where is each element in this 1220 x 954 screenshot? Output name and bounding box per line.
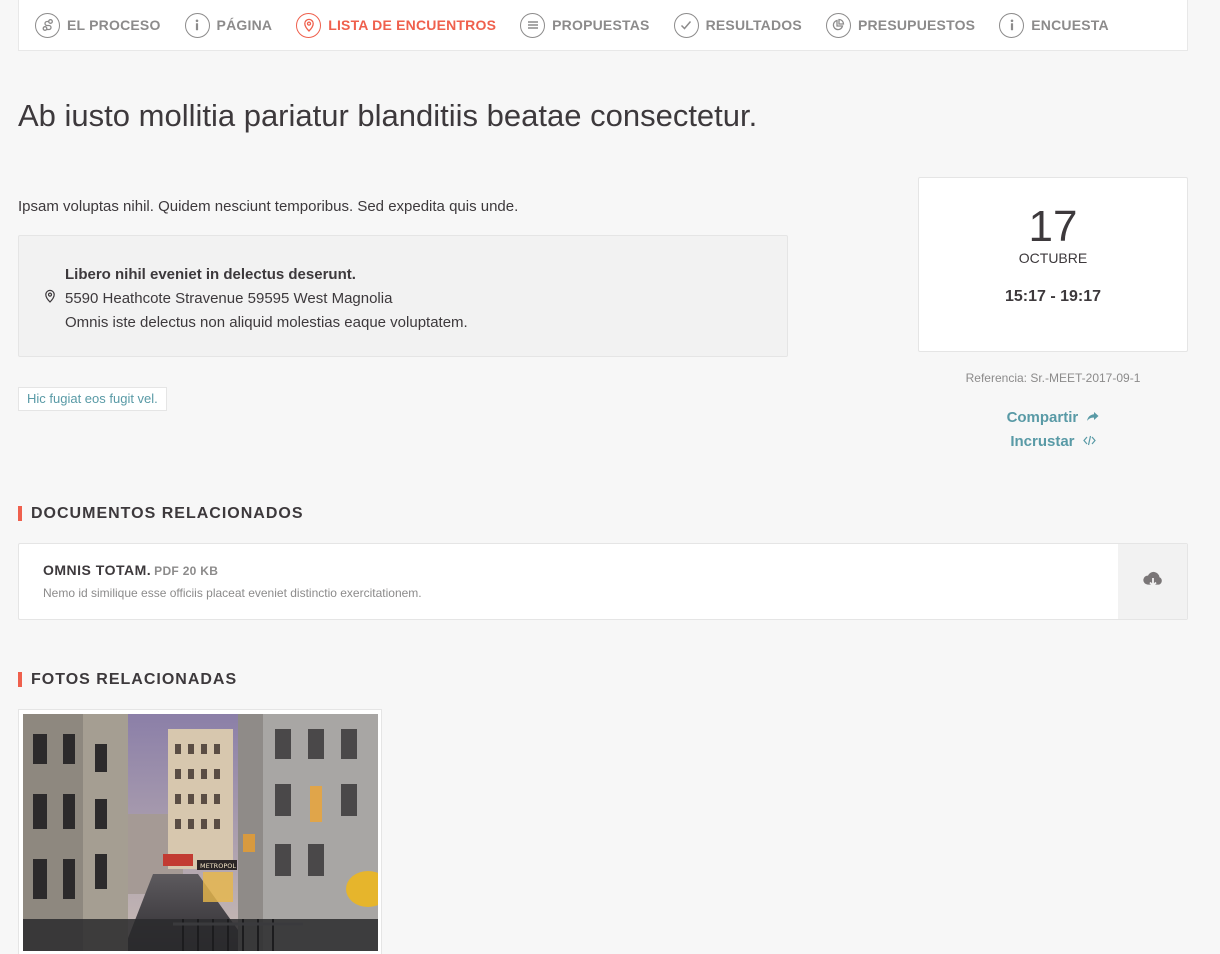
document-meta: PDF 20 KB — [154, 564, 219, 578]
nav-item-propuestas[interactable]: PROPUESTAS — [520, 12, 650, 38]
address-hints: Omnis iste delectus non aliquid molestia… — [65, 314, 468, 331]
meeting-summary: Ipsam voluptas nihil. Quidem nesciunt te… — [18, 198, 519, 215]
photo-sign-text: METROPOL — [200, 862, 236, 870]
document-description: Nemo id similique esse officiis placeat … — [43, 586, 422, 600]
meeting-reference: Referencia: Sr.-MEET-2017-09-1 — [965, 371, 1141, 385]
code-icon — [1082, 434, 1096, 447]
date-time: 15:17 - 19:17 — [1004, 288, 1102, 305]
date-card: 17 OCTUBRE 15:17 - 19:17 — [918, 177, 1188, 352]
share-button[interactable]: Compartir — [918, 409, 1188, 426]
process-navigation: EL PROCESO PÁGINA LISTA DE ENCUENTROS PR… — [18, 0, 1188, 51]
nav-item-encuesta[interactable]: ENCUESTA — [999, 12, 1109, 38]
nav-item-label: RESULTADOS — [705, 17, 802, 33]
cloud-download-icon — [1142, 568, 1164, 595]
nav-item-label: LISTA DE ENCUENTROS — [328, 17, 497, 33]
share-label: Compartir — [1006, 409, 1079, 426]
nav-item-label: ENCUESTA — [1031, 17, 1109, 33]
nav-item-label: EL PROCESO — [67, 17, 161, 33]
map-pin-icon — [296, 12, 322, 38]
address-lines: Libero nihil eveniet in delectus deserun… — [65, 263, 468, 335]
pie-chart-icon — [825, 12, 851, 38]
nav-item-el-proceso[interactable]: EL PROCESO — [35, 12, 161, 38]
share-icon — [1086, 410, 1099, 423]
embed-button[interactable]: Incrustar — [918, 433, 1188, 450]
nav-item-label: PRESUPUESTOS — [857, 17, 976, 33]
nav-item-label: PÁGINA — [216, 17, 273, 33]
documents-section-title: DOCUMENTOS RELACIONADOS — [18, 505, 304, 523]
page-title: Ab iusto mollitia pariatur blanditiis be… — [18, 98, 758, 133]
document-title[interactable]: OMNIS TOTAM. PDF 20 KB — [43, 562, 218, 578]
date-day: 17 — [1028, 202, 1078, 251]
process-icon — [35, 12, 60, 38]
nav-item-presupuestos[interactable]: PRESUPUESTOS — [825, 12, 976, 38]
info-icon — [999, 12, 1025, 38]
document-item: OMNIS TOTAM. PDF 20 KB Nemo id similique … — [18, 543, 1188, 620]
address-location: Libero nihil eveniet in delectus deserun… — [65, 266, 356, 283]
nav-item-lista-de-encuentros[interactable]: LISTA DE ENCUENTROS — [296, 12, 497, 38]
photos-section-title: FOTOS RELACIONADAS — [18, 671, 237, 689]
nav-item-pagina[interactable]: PÁGINA — [184, 12, 273, 38]
download-button[interactable] — [1118, 544, 1187, 619]
info-icon — [184, 12, 210, 38]
address-street: 5590 Heathcote Stravenue 59595 West Magn… — [65, 290, 393, 307]
nav-item-resultados[interactable]: RESULTADOS — [673, 12, 802, 38]
map-pin-icon — [43, 289, 57, 303]
address-card: Libero nihil eveniet in delectus deserun… — [18, 235, 788, 357]
check-icon — [673, 12, 699, 38]
photo-thumbnail[interactable]: METROPOL — [18, 709, 382, 954]
date-month: OCTUBRE — [1018, 250, 1088, 266]
document-name: OMNIS TOTAM. — [43, 562, 152, 578]
list-lines-icon — [520, 12, 546, 38]
nav-item-label: PROPUESTAS — [552, 17, 650, 33]
meeting-tag[interactable]: Hic fugiat eos fugit vel. — [18, 387, 167, 411]
street-photo: METROPOL — [23, 714, 378, 951]
embed-label: Incrustar — [1010, 433, 1075, 450]
